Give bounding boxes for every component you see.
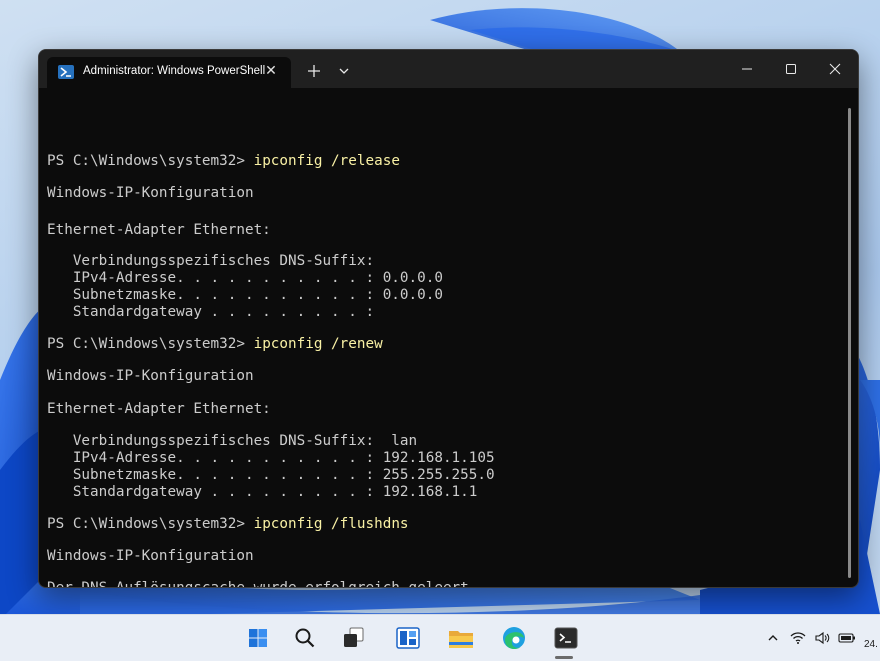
- output-subnet: Subnetzmaske. . . . . . . . . . . : 0.0.…: [47, 287, 443, 303]
- output-ipv4: IPv4-Adresse. . . . . . . . . . . : 0.0.…: [47, 270, 443, 286]
- output-adapter: Ethernet-Adapter Ethernet:: [47, 401, 271, 417]
- search-icon: [295, 628, 315, 648]
- new-tab-icon: [308, 65, 320, 77]
- output-heading: Windows-IP-Konfiguration: [47, 548, 254, 564]
- show-hidden-icons-button[interactable]: [766, 630, 780, 649]
- file-explorer-button[interactable]: [446, 623, 476, 653]
- output-ipv4: IPv4-Adresse. . . . . . . . . . . : 192.…: [47, 450, 495, 466]
- command: ipconfig /flushdns: [253, 516, 409, 532]
- output-heading: Windows-IP-Konfiguration: [47, 368, 254, 384]
- output-heading: Windows-IP-Konfiguration: [47, 185, 254, 201]
- task-view-button[interactable]: [338, 623, 368, 653]
- prompt-line: PS C:\Windows\system32> ipconfig /renew: [47, 336, 383, 352]
- widgets-button[interactable]: [393, 623, 423, 653]
- chevron-up-icon: [768, 635, 778, 641]
- terminal-button[interactable]: [551, 623, 581, 653]
- start-icon: [249, 629, 267, 647]
- tab-close-icon[interactable]: ✕: [261, 61, 281, 81]
- prompt: PS C:\Windows\system32>: [47, 516, 254, 532]
- edge-button[interactable]: [499, 623, 529, 653]
- title-bar[interactable]: Administrator: Windows PowerShell ✕: [39, 50, 858, 88]
- output-dns-suffix: Verbindungsspezifisches DNS-Suffix:: [47, 253, 375, 269]
- tab-powershell[interactable]: Administrator: Windows PowerShell ✕: [47, 57, 291, 88]
- close-icon: [829, 63, 841, 75]
- prompt: PS C:\Windows\system32>: [47, 153, 254, 169]
- edge-icon: [503, 627, 525, 649]
- minimize-button[interactable]: [725, 50, 769, 88]
- prompt: PS C:\Windows\system32>: [47, 336, 254, 352]
- network-button[interactable]: [790, 630, 806, 649]
- command: ipconfig /release: [253, 153, 400, 169]
- tab-title: Administrator: Windows PowerShell: [83, 65, 266, 77]
- output-gateway: Standardgateway . . . . . . . . . : 192.…: [47, 484, 478, 500]
- output-adapter: Ethernet-Adapter Ethernet:: [47, 222, 271, 238]
- start-button[interactable]: [243, 623, 273, 653]
- file-explorer-icon: [449, 631, 473, 648]
- output-subnet: Subnetzmaske. . . . . . . . . . . : 255.…: [47, 467, 495, 483]
- wifi-icon: [790, 632, 806, 644]
- volume-button[interactable]: [814, 630, 830, 649]
- output-gateway: Standardgateway . . . . . . . . . :: [47, 304, 375, 320]
- prompt-line: PS C:\Windows\system32> ipconfig /flushd…: [47, 516, 409, 532]
- battery-button[interactable]: [838, 630, 856, 649]
- widgets-icon: [396, 627, 420, 649]
- powershell-icon: [58, 65, 74, 79]
- scrollbar[interactable]: [848, 108, 851, 578]
- maximize-button[interactable]: [769, 50, 813, 88]
- terminal-icon: [554, 627, 578, 649]
- prompt-line: PS C:\Windows\system32> ipconfig /releas…: [47, 153, 400, 169]
- active-app-indicator: [555, 656, 573, 659]
- battery-icon: [838, 633, 855, 643]
- command: ipconfig /renew: [253, 336, 383, 352]
- terminal-output[interactable]: PS C:\Windows\system32> ipconfig /releas…: [47, 88, 842, 587]
- output-message: Der DNS-Auflösungscache wurde erfolgreic…: [47, 580, 478, 588]
- search-button[interactable]: [290, 623, 320, 653]
- output-dns-suffix: Verbindungsspezifisches DNS-Suffix: lan: [47, 433, 418, 449]
- new-tab-button[interactable]: [303, 60, 325, 82]
- terminal-window: Administrator: Windows PowerShell ✕ PS C…: [38, 49, 859, 588]
- clock[interactable]: 24.: [864, 639, 878, 650]
- speaker-icon: [815, 631, 830, 645]
- maximize-icon: [786, 64, 796, 74]
- dropdown-chevron-icon: [339, 68, 349, 74]
- minimize-icon: [742, 68, 752, 70]
- close-button[interactable]: [813, 50, 857, 88]
- tab-dropdown-button[interactable]: [335, 61, 353, 81]
- taskbar: 24.: [0, 614, 880, 661]
- task-view-icon: [344, 627, 364, 647]
